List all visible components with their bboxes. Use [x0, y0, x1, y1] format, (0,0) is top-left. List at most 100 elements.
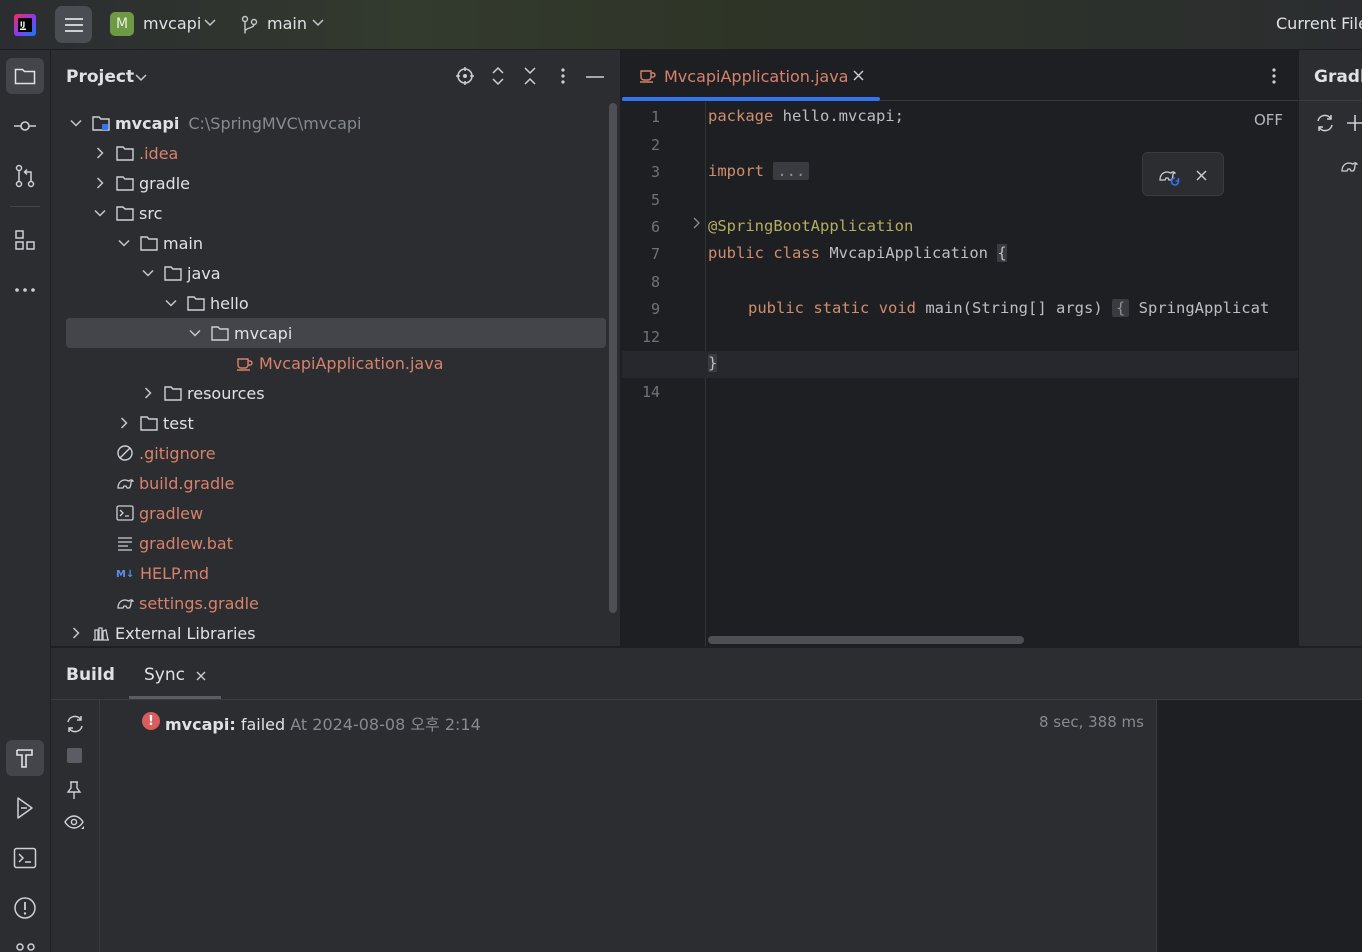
add-icon[interactable] [1347, 114, 1362, 132]
eye-icon[interactable] [64, 814, 86, 832]
branch-selector-label[interactable]: main [267, 14, 307, 33]
chevron-right-icon[interactable] [116, 415, 132, 431]
error-icon: ! [142, 712, 160, 730]
chevron-down-icon[interactable] [116, 235, 132, 251]
problems-tool-button[interactable] [6, 890, 44, 926]
svg-text:IJ: IJ [20, 21, 25, 29]
rerun-icon[interactable] [64, 714, 86, 734]
sync-result-row[interactable]: mvcapi: failed At 2024-08-08 오후 2:14 [165, 711, 481, 735]
locate-file-icon[interactable] [455, 66, 475, 86]
build-tool-button[interactable] [6, 740, 44, 776]
close-icon[interactable] [1196, 170, 1207, 181]
code-line-9: public static void main(String[] args) {… [748, 299, 1270, 317]
main-menu-button[interactable] [55, 6, 92, 43]
tree-item-label: main [163, 233, 203, 253]
tree-item-label: test [163, 413, 194, 433]
java-class-icon [236, 355, 254, 371]
structure-tool-button[interactable] [6, 222, 44, 258]
terminal-tool-button[interactable] [6, 840, 44, 876]
tree-item-mvcapi-package[interactable]: mvcapi [66, 318, 606, 348]
gradle-icon [116, 475, 134, 491]
chevron-down-icon[interactable] [312, 19, 324, 27]
project-tree: mvcapi C:\SpringMVC\mvcapi .idea gradle … [51, 108, 607, 646]
tree-item-main[interactable]: main [51, 228, 607, 258]
tree-item-build-gradle[interactable]: build.gradle [51, 468, 607, 498]
markdown-icon: M↓ [116, 565, 140, 581]
problems-icon [14, 897, 36, 919]
build-output-pane[interactable] [1156, 700, 1362, 952]
import-fold[interactable]: ... [773, 162, 810, 180]
chevron-right-icon[interactable] [92, 145, 108, 161]
chevron-right-icon[interactable] [140, 385, 156, 401]
tab-sync[interactable]: Sync [129, 648, 221, 699]
build-panel-title[interactable]: Build [66, 665, 115, 685]
tree-item-java[interactable]: java [51, 258, 607, 288]
tab-options-icon[interactable] [1271, 67, 1277, 85]
project-scrollbar[interactable] [609, 103, 617, 613]
close-icon[interactable] [853, 70, 864, 81]
editor-tab-mvcapi-application[interactable]: MvcapiApplication.java [622, 50, 880, 101]
reload-icon[interactable] [1314, 113, 1336, 133]
tree-item-gradlew-bat[interactable]: gradlew.bat [51, 528, 607, 558]
java-class-icon [639, 67, 657, 83]
services-tool-button[interactable] [6, 790, 44, 826]
project-selector-label[interactable]: mvcapi [143, 14, 201, 33]
tree-item-test[interactable]: test [51, 408, 607, 438]
tree-item-label: java [187, 263, 221, 283]
gradle-icon[interactable] [1340, 157, 1362, 175]
chevron-right-icon[interactable] [92, 175, 108, 191]
hide-panel-icon[interactable] [586, 76, 604, 78]
build-tool-window: Build Sync ! mvcapi: failed At 2024-08-0… [51, 647, 1362, 952]
git-branch-icon[interactable] [241, 15, 259, 35]
chevron-down-icon[interactable] [187, 325, 203, 341]
code-line-13: } [708, 354, 718, 372]
method-body-fold[interactable]: { [1111, 299, 1130, 317]
commit-tool-button[interactable] [6, 108, 44, 144]
git-tool-button[interactable] [15, 942, 37, 952]
stop-icon[interactable] [67, 748, 82, 763]
tree-item-external-libraries[interactable]: External Libraries [51, 618, 607, 648]
editor-horizontal-scrollbar[interactable] [708, 636, 1024, 644]
chevron-right-icon[interactable] [68, 625, 84, 641]
tree-item-src[interactable]: src [51, 198, 607, 228]
pull-requests-tool-button[interactable] [6, 158, 44, 194]
gradle-reload-icon[interactable] [1158, 165, 1182, 187]
options-menu-icon[interactable] [560, 67, 566, 85]
chevron-down-icon[interactable] [204, 19, 216, 27]
tree-item-label: hello [210, 293, 249, 313]
expand-collapse-icon[interactable] [490, 66, 506, 86]
intellij-logo-icon[interactable]: IJ [14, 14, 36, 36]
project-tool-button[interactable] [6, 58, 44, 94]
tree-item-help-md[interactable]: M↓ HELP.md [51, 558, 607, 588]
code-line-6: @SpringBootApplication [708, 217, 914, 235]
inlay-hints-status[interactable]: OFF [1254, 111, 1283, 129]
tree-item-idea[interactable]: .idea [51, 138, 607, 168]
chevron-down-icon[interactable] [135, 74, 147, 82]
tree-item-gradlew[interactable]: gradlew [51, 498, 607, 528]
ignore-file-icon [116, 445, 134, 461]
chevron-down-icon[interactable] [163, 295, 179, 311]
toolbar-divider [10, 206, 40, 207]
folder-icon [187, 295, 205, 311]
more-tools-button[interactable] [6, 272, 44, 308]
terminal-icon [13, 847, 37, 869]
tree-item-gradle[interactable]: gradle [51, 168, 607, 198]
chevron-down-icon[interactable] [68, 115, 84, 131]
pin-icon[interactable] [66, 780, 82, 800]
close-icon[interactable] [196, 671, 206, 681]
tool-window-bar [0, 50, 51, 952]
tree-item-settings-gradle[interactable]: settings.gradle [51, 588, 607, 618]
chevron-down-icon[interactable] [140, 265, 156, 281]
tree-item-resources[interactable]: resources [51, 378, 607, 408]
tree-item-hello[interactable]: hello [51, 288, 607, 318]
project-badge[interactable]: M [110, 12, 134, 36]
project-panel-title[interactable]: Project [66, 67, 134, 87]
code-line-1: package hello.mvcapi; [708, 107, 904, 125]
tree-item-mvcapi-application-java[interactable]: MvcapiApplication.java [51, 348, 607, 378]
tree-item-mvcapi-root[interactable]: mvcapi C:\SpringMVC\mvcapi [51, 108, 607, 138]
gradle-panel-title[interactable]: Gradle [1314, 67, 1362, 87]
chevron-down-icon[interactable] [92, 205, 108, 221]
tree-item-gitignore[interactable]: .gitignore [51, 438, 607, 468]
run-configuration-selector[interactable]: Current File [1276, 14, 1362, 33]
collapse-all-icon[interactable] [522, 66, 538, 86]
